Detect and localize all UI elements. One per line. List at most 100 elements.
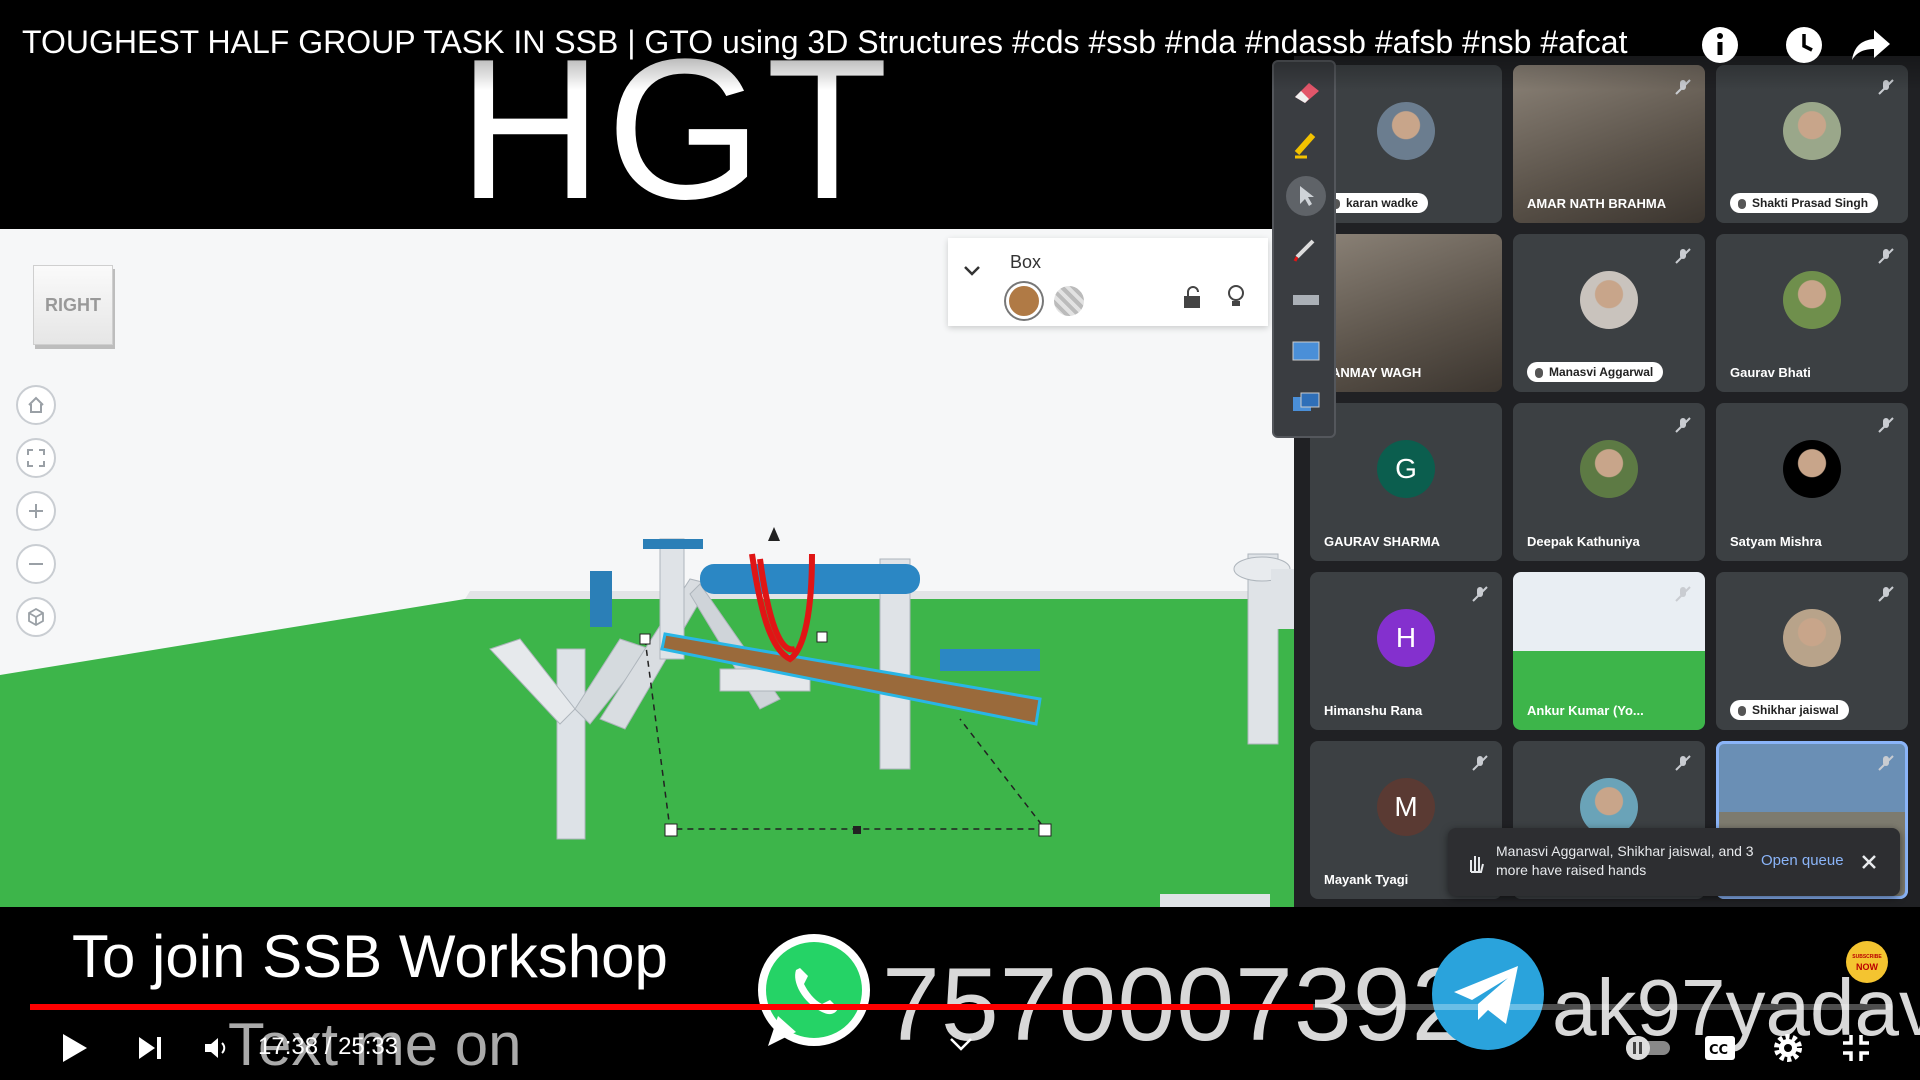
annotation-toolbar [1272, 60, 1336, 438]
raised-hands-message: Manasvi Aggarwal, Shikhar jaiswal, and 3… [1496, 843, 1754, 878]
close-icon[interactable] [1860, 853, 1878, 871]
captions-button[interactable]: CC [1700, 1030, 1740, 1066]
participant-tile[interactable]: Shikhar jaiswal [1716, 572, 1908, 730]
svg-text:CC: CC [1709, 1043, 1728, 1058]
home-view-button[interactable] [16, 385, 56, 425]
lock-icon[interactable] [1182, 286, 1202, 310]
open-queue-link[interactable]: Open queue [1761, 852, 1844, 869]
mic-off-icon [1675, 755, 1691, 771]
mic-off-icon [1675, 417, 1691, 433]
participant-photo [1783, 102, 1841, 160]
chevron-down-icon[interactable] [962, 260, 982, 280]
participant-name: Shakti Prasad Singh [1730, 193, 1879, 213]
autoplay-toggle[interactable] [1620, 1030, 1676, 1066]
participant-photo [1783, 609, 1841, 667]
pen-tool[interactable] [1286, 228, 1326, 268]
volume-icon [205, 1038, 226, 1058]
highlighter-icon [1294, 133, 1316, 159]
plus-icon [29, 504, 43, 518]
minus-icon [29, 563, 43, 565]
mic-off-icon [1878, 417, 1894, 433]
participant-name: TANMAY WAGH [1324, 365, 1422, 380]
participant-photo [1580, 440, 1638, 498]
participant-tile[interactable]: Manasvi Aggarwal [1513, 234, 1705, 392]
ruler-icon [1293, 295, 1319, 305]
ruler-tool[interactable] [1286, 280, 1326, 320]
mute-button[interactable] [196, 1028, 236, 1068]
hole-swatch[interactable] [1054, 286, 1084, 316]
participant-name: Gaurav Bhati [1730, 365, 1811, 380]
progress-bar[interactable] [30, 1004, 1892, 1010]
fit-view-icon [27, 449, 45, 467]
next-button[interactable] [128, 1026, 172, 1070]
screen-capture-tool[interactable] [1286, 332, 1326, 372]
lightbulb-icon[interactable] [1226, 284, 1246, 310]
settings-button[interactable] [1768, 1028, 1808, 1068]
exit-fullscreen-button[interactable] [1836, 1028, 1876, 1068]
3d-structure-illustration [0, 527, 1294, 907]
time-display: 17:38 / 25:33 [258, 1033, 399, 1060]
screen-icon [1292, 341, 1320, 361]
watch-later-button[interactable] [1779, 20, 1829, 70]
info-button[interactable] [1695, 20, 1745, 70]
mic-off-icon [1675, 586, 1691, 602]
telegram-icon [1432, 938, 1544, 1050]
exit-fullscreen-icon [1843, 1035, 1869, 1061]
skip-next-icon [139, 1037, 161, 1059]
windows-icon [1293, 392, 1320, 411]
participant-name: Deepak Kathuniya [1527, 534, 1640, 549]
mic-off-icon [1878, 586, 1894, 602]
share-button[interactable] [1846, 20, 1896, 70]
promo-line-1: To join SSB Workshop [72, 923, 668, 990]
zoom-in-button[interactable] [16, 491, 56, 531]
participant-name: Ankur Kumar (Yo... [1527, 703, 1644, 718]
participant-tile[interactable]: Satyam Mishra [1716, 403, 1908, 561]
participant-name: Himanshu Rana [1324, 703, 1423, 718]
subscribe-badge[interactable]: SUBSCRIBE NOW [1846, 941, 1888, 983]
window-tool[interactable] [1286, 384, 1326, 424]
play-icon [63, 1034, 87, 1062]
progress-played [30, 1004, 1313, 1010]
home-icon [28, 396, 44, 413]
view-cube[interactable]: RIGHT [33, 265, 113, 345]
participant-tile[interactable]: Gaurav Bhati [1716, 234, 1908, 392]
video-player[interactable]: HGT RIGHT Box karan wadke AMAR NATH BRAH… [0, 0, 1920, 1080]
participant-tile[interactable]: TANMAY WAGH [1310, 234, 1502, 392]
participant-tile[interactable]: H Himanshu Rana [1310, 572, 1502, 730]
participant-tile[interactable]: Ankur Kumar (Yo... [1513, 572, 1705, 730]
highlighter-tool[interactable] [1286, 124, 1326, 164]
pointer-tool[interactable] [1286, 176, 1326, 216]
info-icon [1702, 27, 1738, 63]
subscribe-badge-bottom: NOW [1856, 962, 1878, 972]
participant-tile[interactable]: Deepak Kathuniya [1513, 403, 1705, 561]
participant-name: karan wadke [1324, 193, 1429, 213]
play-button[interactable] [52, 1026, 96, 1070]
whatsapp-icon [758, 934, 870, 1046]
participant-avatar: M [1377, 778, 1435, 836]
zoom-out-button[interactable] [16, 544, 56, 584]
3d-scene-canvas[interactable]: RIGHT Box [0, 229, 1294, 907]
perspective-button[interactable] [16, 597, 56, 637]
video-title-bar: TOUGHEST HALF GROUP TASK IN SSB | GTO us… [0, 0, 1920, 90]
video-title[interactable]: TOUGHEST HALF GROUP TASK IN SSB | GTO us… [22, 24, 1627, 61]
participant-name: Mayank Tyagi [1324, 872, 1409, 887]
participant-avatar: G [1377, 440, 1435, 498]
shape-properties-panel: Box [948, 238, 1268, 326]
participant-tile[interactable]: G GAURAV SHARMA [1310, 403, 1502, 561]
solid-color-swatch[interactable] [1006, 283, 1042, 319]
participant-name: Satyam Mishra [1730, 534, 1822, 549]
fit-view-button[interactable] [16, 438, 56, 478]
hand-icon [1470, 856, 1484, 873]
shape-name: Box [1010, 252, 1042, 272]
participant-name: AMAR NATH BRAHMA [1527, 196, 1667, 211]
chevron-down-icon[interactable] [949, 1036, 973, 1052]
participant-avatar: H [1377, 609, 1435, 667]
mic-off-icon [1675, 248, 1691, 264]
participant-photo [1783, 440, 1841, 498]
pen-icon [1293, 239, 1315, 262]
cube-icon [28, 607, 44, 627]
participant-photo [1377, 102, 1435, 160]
mic-off-icon [1472, 755, 1488, 771]
subscribe-badge-top: SUBSCRIBE [1852, 954, 1882, 960]
view-cube-label: RIGHT [45, 294, 101, 315]
